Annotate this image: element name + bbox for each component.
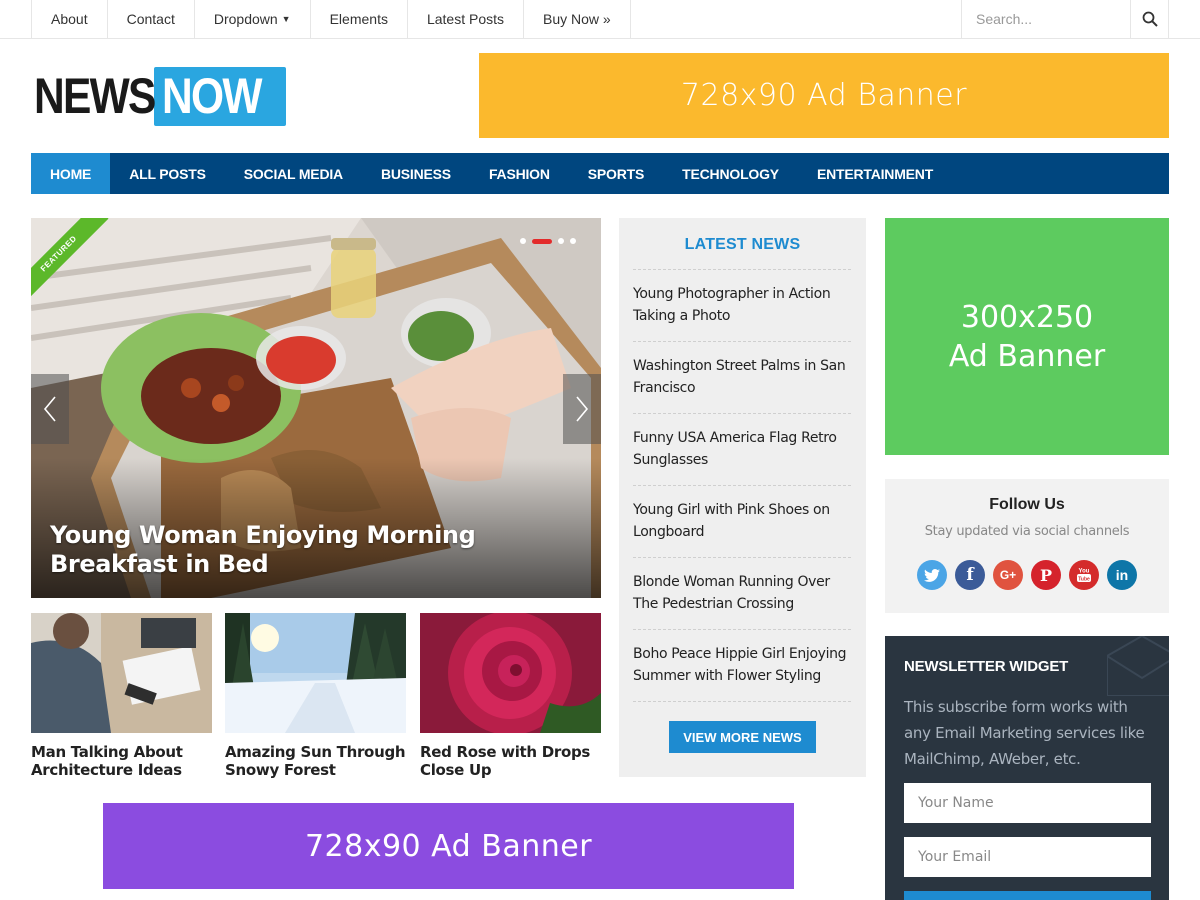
youtube-icon[interactable]: Tube You (1069, 560, 1099, 590)
thumb-caption[interactable]: Amazing Sun Through Snowy Forest (225, 743, 406, 779)
pinterest-icon[interactable]: P (1031, 560, 1061, 590)
subscribe-button[interactable] (904, 891, 1151, 900)
slider-dot[interactable] (520, 238, 526, 244)
search-icon (1142, 11, 1158, 27)
latest-news-link[interactable]: Funny USA America Flag Retro Sunglasses (633, 428, 851, 471)
ad-banner-side[interactable]: 300x250 Ad Banner (885, 218, 1169, 455)
thumb-card[interactable]: Man Talking About Architecture Ideas (31, 613, 212, 779)
follow-us-heading: Follow Us (989, 496, 1065, 513)
facebook-icon[interactable]: f (955, 560, 985, 590)
latest-news-link[interactable]: Boho Peace Hippie Girl Enjoying Summer w… (633, 644, 851, 687)
top-nav-about[interactable]: About (32, 0, 108, 38)
slider-next-button[interactable] (563, 374, 601, 444)
search-input[interactable] (962, 0, 1131, 38)
latest-news-link[interactable]: Blonde Woman Running Over The Pedestrian… (633, 572, 851, 615)
list-item: Boho Peace Hippie Girl Enjoying Summer w… (633, 630, 851, 702)
slider-prev-button[interactable] (31, 374, 69, 444)
slider-title[interactable]: Young Woman Enjoying Morning Breakfast i… (50, 521, 590, 579)
top-nav-elements[interactable]: Elements (311, 0, 408, 38)
top-nav-dropdown[interactable]: Dropdown ▼ (195, 0, 311, 38)
newsletter-name-input[interactable] (904, 783, 1151, 823)
chevron-left-icon (43, 396, 56, 422)
main-nav-social-media[interactable]: SOCIAL MEDIA (225, 153, 362, 194)
twitter-icon[interactable] (917, 560, 947, 590)
top-nav-contact[interactable]: Contact (108, 0, 195, 38)
list-item: Washington Street Palms in San Francisco (633, 342, 851, 414)
chevron-right-icon (576, 396, 589, 422)
chevron-down-icon: ▼ (281, 14, 291, 24)
thumb-caption[interactable]: Man Talking About Architecture Ideas (31, 743, 212, 779)
logo-word-news: NEWS (34, 68, 156, 124)
main-nav-technology[interactable]: TECHNOLOGY (663, 153, 798, 194)
slider-dot[interactable] (558, 238, 564, 244)
thumb-card[interactable]: Amazing Sun Through Snowy Forest (225, 613, 406, 779)
red-rose-photo (420, 613, 601, 733)
main-nav-business[interactable]: BUSINESS (362, 153, 470, 194)
top-nav-buy-now[interactable]: Buy Now » (524, 0, 631, 38)
main-nav-entertainment[interactable]: ENTERTAINMENT (798, 153, 952, 194)
main-nav-home[interactable]: HOME (31, 153, 111, 194)
google-plus-icon[interactable]: G+ (993, 560, 1023, 590)
logo-word-now: NOW (154, 66, 287, 126)
featured-slider[interactable]: FEATURED Young Woman Enjoying Morning Br… (31, 218, 601, 598)
latest-news-link[interactable]: Young Photographer in Action Taking a Ph… (633, 284, 851, 327)
follow-us-widget: Follow Us Stay updated via social channe… (885, 479, 1169, 613)
latest-news-widget: LATEST NEWS Young Photographer in Action… (619, 218, 866, 777)
slider-dot-active[interactable] (532, 238, 552, 244)
newsletter-text: This subscribe form works with any Email… (904, 698, 1145, 768)
latest-news-heading: LATEST NEWS (684, 236, 801, 253)
top-nav-latest-posts[interactable]: Latest Posts (408, 0, 524, 38)
thumb-card[interactable]: Red Rose with Drops Close Up (420, 613, 601, 779)
top-nav: About Contact Dropdown ▼ Elements Latest … (31, 0, 631, 39)
main-nav-fashion[interactable]: FASHION (470, 153, 569, 194)
architecture-photo (31, 613, 212, 733)
search-button[interactable] (1131, 0, 1168, 38)
list-item: Young Photographer in Action Taking a Ph… (633, 270, 851, 342)
thumb-grid: Man Talking About Architecture Ideas Ama… (31, 613, 601, 783)
social-icons: f G+ P Tube You in (917, 560, 1137, 590)
top-bar: About Contact Dropdown ▼ Elements Latest … (0, 0, 1200, 39)
main-nav: HOME ALL POSTS SOCIAL MEDIA BUSINESS FAS… (31, 153, 1169, 194)
follow-us-subtitle: Stay updated via social channels (924, 524, 1130, 539)
newsletter-widget: NEWSLETTER WIDGET This subscribe form wo… (885, 636, 1169, 900)
list-item: Blonde Woman Running Over The Pedestrian… (633, 558, 851, 630)
main-nav-sports[interactable]: SPORTS (569, 153, 663, 194)
site-logo[interactable]: NEWS NOW (34, 66, 287, 126)
slider-dots (520, 238, 576, 244)
newsletter-heading: NEWSLETTER WIDGET (904, 658, 1069, 675)
newsletter-email-input[interactable] (904, 837, 1151, 877)
main-nav-all-posts[interactable]: ALL POSTS (110, 153, 225, 194)
view-more-news-button[interactable]: VIEW MORE NEWS (669, 721, 816, 753)
search-box (961, 0, 1169, 38)
ad-side-line1: 300x250 (960, 299, 1094, 335)
top-nav-dropdown-label: Dropdown (213, 11, 278, 27)
list-item: Young Girl with Pink Shoes on Longboard (633, 486, 851, 558)
snowy-forest-photo (225, 613, 406, 733)
svg-text:You: You (1079, 569, 1090, 575)
list-item: Funny USA America Flag Retro Sunglasses (633, 414, 851, 486)
ad-side-line2: Ad Banner (948, 338, 1106, 374)
linkedin-icon[interactable]: in (1107, 560, 1137, 590)
ad-banner-bottom[interactable]: 728x90 Ad Banner (103, 803, 794, 889)
envelope-icon (1107, 636, 1169, 696)
latest-news-list: Young Photographer in Action Taking a Ph… (633, 269, 851, 702)
slider-dot[interactable] (570, 238, 576, 244)
ad-banner-top[interactable]: 728x90 Ad Banner (479, 53, 1169, 138)
thumb-caption[interactable]: Red Rose with Drops Close Up (420, 743, 601, 779)
latest-news-link[interactable]: Young Girl with Pink Shoes on Longboard (633, 500, 851, 543)
svg-text:Tube: Tube (1078, 577, 1090, 583)
latest-news-link[interactable]: Washington Street Palms in San Francisco (633, 356, 851, 399)
